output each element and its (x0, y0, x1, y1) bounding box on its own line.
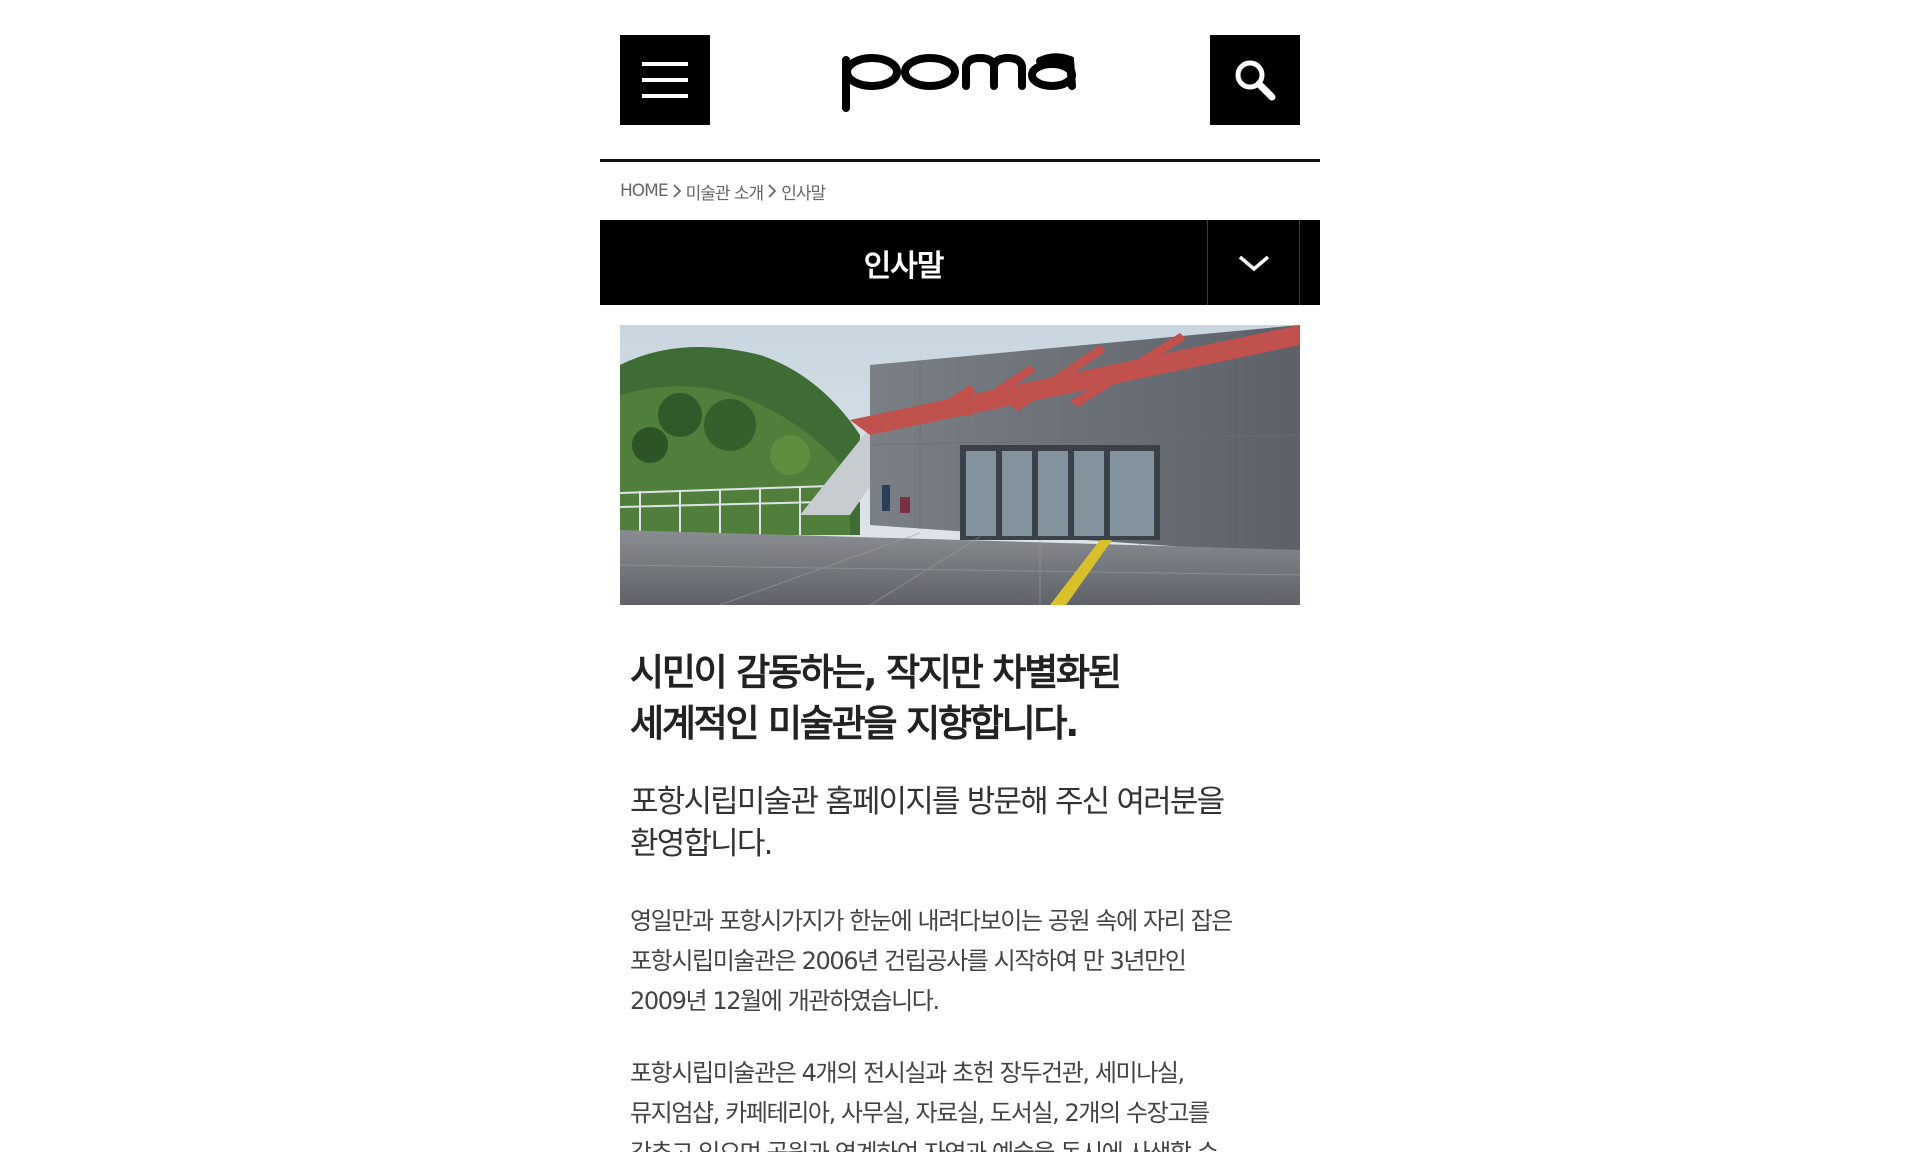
paragraph-line: 포항시립미술관은 4개의 전시실과 초헌 장두건관, 세미나실, (630, 1059, 1185, 1087)
breadcrumb: HOME 미술관 소개 인사말 (600, 162, 1320, 220)
submenu-dropdown-button[interactable] (1207, 220, 1300, 305)
headline-line: 시민이 감동하는, 작지만 차별화된 (630, 651, 1122, 694)
headline-line: 세계적인 미술관을 지향합니다. (630, 702, 1079, 745)
greeting-headline: 시민이 감동하는, 작지만 차별화된 세계적인 미술관을 지향합니다. (630, 647, 1290, 749)
page-title: 인사말 (863, 248, 945, 284)
search-button[interactable] (1210, 35, 1300, 125)
chevron-right-icon (768, 184, 777, 198)
greeting-paragraph-2: 포항시립미술관은 4개의 전시실과 초헌 장두건관, 세미나실, 뮤지엄샵, 카… (630, 1053, 1290, 1152)
greeting-paragraph-1: 영일만과 포항시가지가 한눈에 내려다보이는 공원 속에 자리 잡은 포항시립미… (630, 901, 1290, 1021)
paragraph-line: 뮤지엄샵, 카페테리아, 사무실, 자료실, 도서실, 2개의 수장고를 (630, 1099, 1210, 1127)
chevron-right-icon (672, 184, 681, 198)
lead-line: 환영합니다. (630, 826, 773, 862)
paragraph-line: 갖추고 있으며 공원과 연계하여 자연과 예술을 동시에 사색할 수 (630, 1133, 1290, 1152)
paragraph-line: 2009년 12월에 개관하였습니다. (630, 987, 940, 1015)
page: poma HOME 미술관 소개 인사말 인사말 (600, 0, 1320, 1152)
breadcrumb-about[interactable]: 미술관 소개 (686, 179, 765, 204)
page-title-bar: 인사말 (600, 220, 1320, 305)
greeting-lead: 포항시립미술관 홈페이지를 방문해 주신 여러분을 환영합니다. (630, 781, 1290, 865)
search-icon (1235, 60, 1276, 101)
site-header: poma (600, 0, 1320, 162)
paragraph-line: 포항시립미술관은 2006년 건립공사를 시작하여 만 3년만인 (630, 947, 1187, 975)
poma-logo[interactable]: poma (840, 48, 1080, 112)
chevron-down-icon (1238, 255, 1269, 271)
menu-button[interactable] (620, 35, 710, 125)
breadcrumb-home[interactable]: HOME (620, 181, 669, 201)
greeting-content: 시민이 감동하는, 작지만 차별화된 세계적인 미술관을 지향합니다. 포항시립… (600, 605, 1320, 1152)
lead-line: 포항시립미술관 홈페이지를 방문해 주신 여러분을 (630, 784, 1225, 820)
hamburger-icon (642, 62, 688, 66)
paragraph-line: 영일만과 포항시가지가 한눈에 내려다보이는 공원 속에 자리 잡은 (630, 907, 1233, 935)
museum-photo (620, 325, 1300, 605)
breadcrumb-current[interactable]: 인사말 (781, 179, 826, 204)
